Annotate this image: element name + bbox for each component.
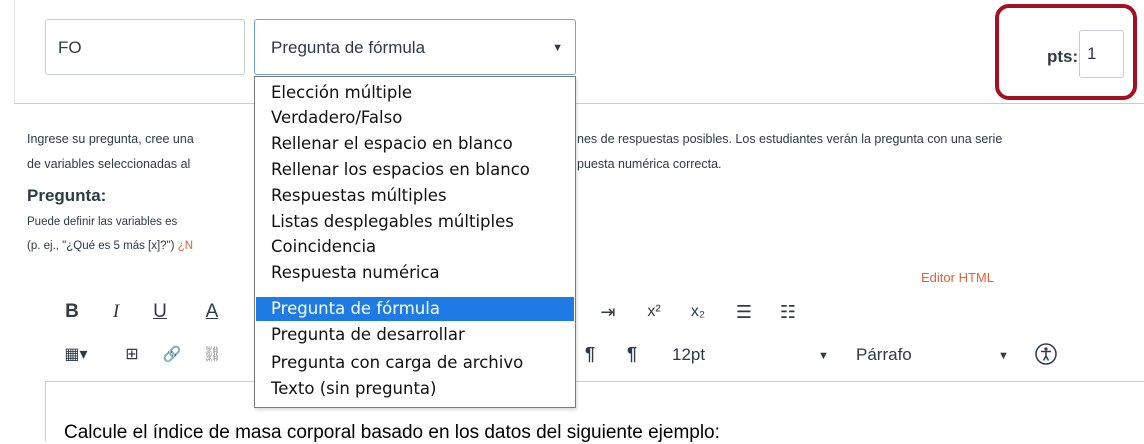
media-icon[interactable]: ⊞ xyxy=(120,342,144,366)
html-editor-link[interactable]: Editor HTML xyxy=(921,270,994,285)
question-type-dropdown-list[interactable]: Elección múltiple Verdadero/Falso Rellen… xyxy=(254,76,576,408)
question-type-option[interactable]: Respuesta numérica xyxy=(256,261,574,285)
font-size-select[interactable]: 12pt xyxy=(672,345,705,365)
question-heading: Pregunta: xyxy=(27,186,107,205)
question-type-option[interactable]: Respuestas múltiples xyxy=(256,184,574,208)
points-label: pts: xyxy=(1047,47,1079,66)
variables-hint: Puede definir las variables es xyxy=(27,216,178,228)
question-type-option[interactable]: Pregunta de desarrollar xyxy=(256,323,574,347)
italic-button[interactable]: I xyxy=(104,300,128,324)
example-hint: (p. ej., "¿Qué es 5 más [x]?") ¿N xyxy=(27,240,193,252)
question-type-option-selected[interactable]: Pregunta de fórmula xyxy=(256,297,574,321)
instructions-line2: de variables seleccionadas al xyxy=(27,157,191,171)
help-link[interactable]: ¿N xyxy=(175,240,193,252)
font-size-chevron-down-icon[interactable]: ▼ xyxy=(818,350,829,362)
ltr-paragraph-icon[interactable]: ¶ xyxy=(578,342,602,366)
example-hint-text: (p. ej., "¿Qué es 5 más [x]?") xyxy=(27,240,175,252)
question-type-option[interactable]: Elección múltiple xyxy=(256,81,574,105)
bulleted-list-icon[interactable]: ☰ xyxy=(732,300,756,324)
question-type-option[interactable]: Verdadero/Falso xyxy=(256,106,574,130)
numbered-list-icon[interactable]: ☷ xyxy=(776,300,800,324)
question-title-input[interactable]: FO xyxy=(45,19,245,75)
indent-icon[interactable]: ⇥ xyxy=(596,300,620,324)
question-type-option[interactable]: Listas desplegables múltiples xyxy=(256,210,574,234)
points-input[interactable]: 1 xyxy=(1079,30,1124,78)
chevron-down-icon: ▼ xyxy=(552,42,563,54)
unlink-icon[interactable]: ⛓ xyxy=(200,342,224,366)
question-type-option[interactable]: Rellenar los espacios en blanco xyxy=(256,158,574,182)
accessibility-icon[interactable] xyxy=(1034,342,1058,366)
superscript-button[interactable]: x² xyxy=(640,300,668,324)
bold-button[interactable]: B xyxy=(60,300,84,324)
underline-button[interactable]: U xyxy=(148,300,172,324)
paragraph-chevron-down-icon[interactable]: ▼ xyxy=(998,350,1009,362)
link-icon[interactable]: 🔗 xyxy=(160,342,184,366)
paragraph-format-select[interactable]: Párrafo xyxy=(856,345,912,365)
question-type-option[interactable]: Pregunta con carga de archivo xyxy=(256,351,574,375)
question-type-select[interactable]: Pregunta de fórmula ▼ xyxy=(254,19,576,75)
subscript-button[interactable]: x₂ xyxy=(684,300,712,324)
question-type-option[interactable]: Rellenar el espacio en blanco xyxy=(256,132,574,156)
instructions-line1: Ingrese su pregunta, cree una xyxy=(27,132,194,146)
instructions-line1-right: nes de respuestas posibles. Los estudian… xyxy=(577,132,1003,146)
table-icon[interactable]: ▦▾ xyxy=(56,342,96,366)
header-divider xyxy=(14,103,1144,104)
font-size-value: 12pt xyxy=(672,345,706,364)
question-type-selected-label: Pregunta de fórmula xyxy=(271,38,426,57)
font-color-button[interactable]: A xyxy=(200,300,224,324)
rtl-paragraph-icon[interactable]: ¶ xyxy=(620,342,644,366)
instructions-line2-right: puesta numérica correcta. xyxy=(577,157,722,171)
question-type-option[interactable]: Coincidencia xyxy=(256,235,574,259)
paragraph-format-value: Párrafo xyxy=(856,345,912,364)
question-type-option[interactable]: Texto (sin pregunta) xyxy=(256,377,574,401)
